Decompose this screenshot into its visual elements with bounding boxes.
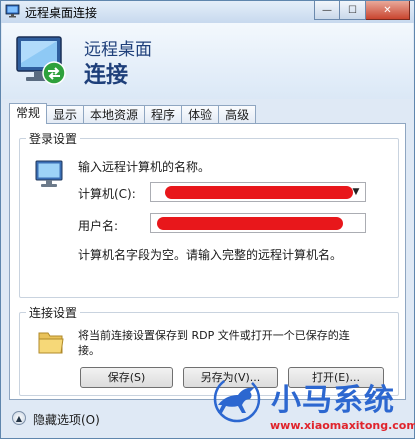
connection-description-line2: 接。 (78, 344, 100, 357)
computer-combobox[interactable]: ▼ (150, 182, 366, 202)
watermark-brand: 小马系统 (271, 383, 395, 418)
general-tab-panel: 登录设置 输入远程计算机的名称。 计算机(C): ▼ 用户名: 计算机名字段为空… (9, 123, 406, 400)
tab-programs[interactable]: 程序 (144, 105, 183, 124)
computer-icon (35, 160, 63, 187)
watermark: 小马系统 www.xiaomaxitong.com (206, 373, 415, 439)
minimize-button[interactable]: — (314, 1, 340, 20)
hide-options-link[interactable]: 隐藏选项(O) (33, 411, 100, 428)
computer-label: 计算机(C): (78, 187, 136, 201)
watermark-url: www.xiaomaxitong.com (270, 419, 415, 432)
remote-desktop-app-icon (5, 4, 20, 18)
hide-options-expander-icon[interactable]: ▲ (12, 411, 26, 425)
caption-buttons: — ☐ ✕ (314, 1, 410, 20)
redacted-computer-value (165, 186, 353, 199)
window-title: 远程桌面连接 (25, 6, 98, 20)
login-settings-group: 登录设置 输入远程计算机的名称。 计算机(C): ▼ 用户名: 计算机名字段为空… (19, 130, 399, 298)
close-button[interactable]: ✕ (366, 1, 410, 20)
remote-desktop-window: 远程桌面连接 — ☐ ✕ 远程桌面 连接 常规 显示 本地资源 程序 体验 高级 (0, 0, 415, 439)
title-bar: 远程桌面连接 — ☐ ✕ (1, 1, 414, 23)
horse-logo-icon (213, 375, 261, 423)
username-field[interactable] (150, 213, 366, 233)
login-settings-legend: 登录设置 (29, 132, 78, 146)
save-button[interactable]: 保存(S) (80, 367, 173, 388)
connection-settings-legend: 连接设置 (29, 306, 78, 320)
username-label: 用户名: (78, 219, 119, 233)
tab-display[interactable]: 显示 (46, 105, 85, 124)
remote-desktop-monitor-icon (16, 36, 66, 85)
empty-computer-name-hint: 计算机名字段为空。请输入完整的远程计算机名。 (78, 248, 343, 262)
connection-description-line1: 将当前连接设置保存到 RDP 文件或打开一个已保存的连 (78, 329, 350, 342)
tab-advanced[interactable]: 高级 (218, 105, 257, 124)
tab-experience[interactable]: 体验 (181, 105, 220, 124)
maximize-button[interactable]: ☐ (340, 1, 366, 20)
computer-name-instruction: 输入远程计算机的名称。 (78, 160, 211, 174)
banner-title-line2: 连接 (84, 63, 129, 88)
tab-strip: 常规 显示 本地资源 程序 体验 高级 (9, 103, 257, 124)
redacted-username-value (157, 217, 343, 230)
header-banner: 远程桌面 连接 (2, 23, 413, 99)
tab-general[interactable]: 常规 (9, 103, 48, 124)
folder-icon (38, 332, 64, 354)
chevron-down-icon[interactable]: ▼ (347, 183, 365, 201)
tab-local-resources[interactable]: 本地资源 (83, 105, 146, 124)
